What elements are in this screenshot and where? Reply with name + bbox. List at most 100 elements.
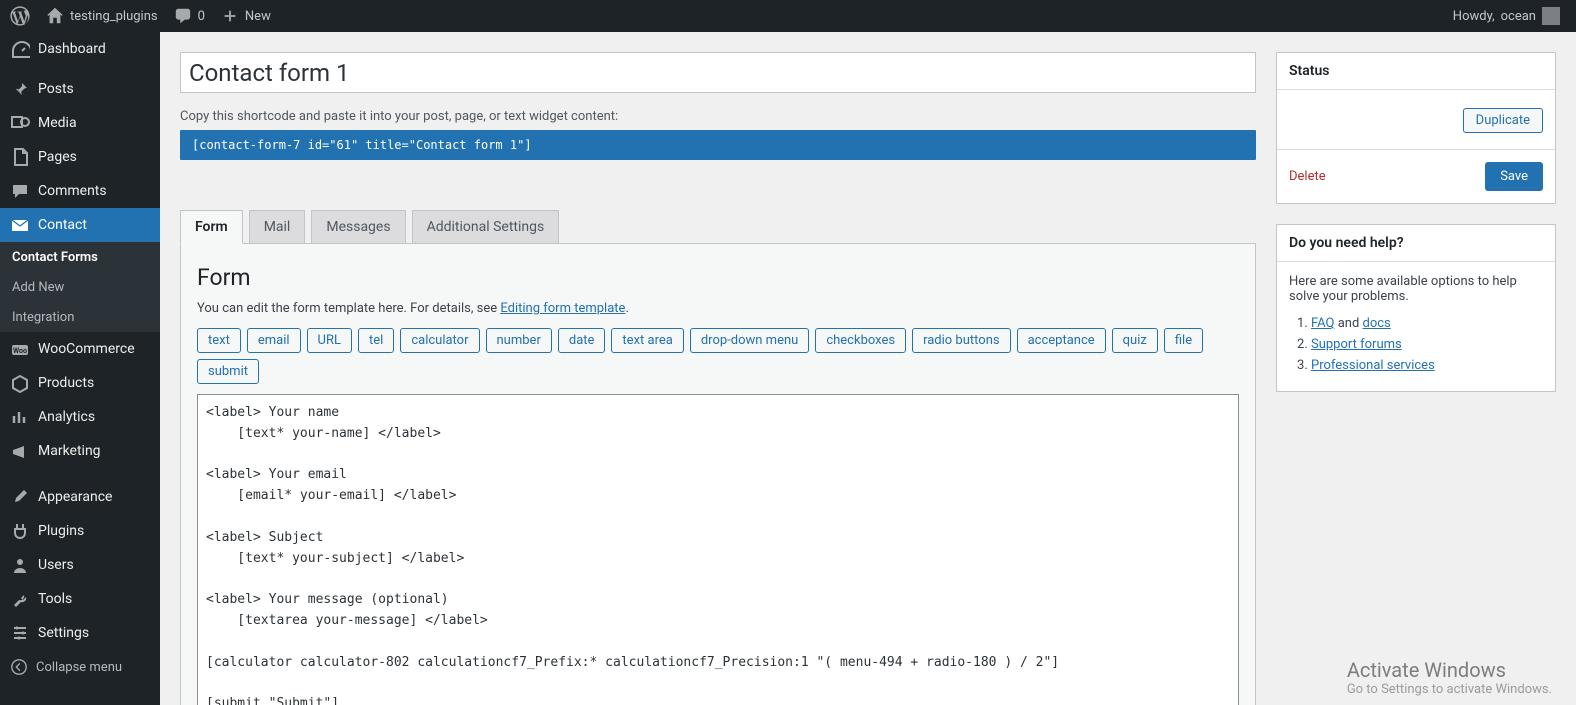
tag-button-url[interactable]: URL: [307, 328, 352, 353]
collapse-menu-button[interactable]: Collapse menu: [0, 650, 160, 684]
sidebar-item-posts[interactable]: Posts: [0, 72, 160, 106]
tag-button-submit[interactable]: submit: [197, 359, 259, 384]
tab-messages[interactable]: Messages: [311, 210, 405, 243]
tag-button-acceptance[interactable]: acceptance: [1017, 328, 1106, 353]
sidebar-item-label: Appearance: [38, 489, 112, 505]
sidebar-item-analytics[interactable]: Analytics: [0, 400, 160, 434]
my-account-link[interactable]: Howdy, ocean: [1445, 0, 1568, 32]
sidebar-item-label: Plugins: [38, 523, 84, 539]
sidebar-item-settings[interactable]: Settings: [0, 616, 160, 650]
shortcode-hint-text: Copy this shortcode and paste it into yo…: [180, 109, 1256, 124]
save-button[interactable]: Save: [1485, 162, 1543, 191]
form-tab-panel: Form You can edit the form template here…: [180, 243, 1256, 705]
sidebar-item-woocommerce[interactable]: Woo WooCommerce: [0, 332, 160, 366]
help-and-text: and: [1334, 316, 1362, 331]
tag-button-quiz[interactable]: quiz: [1112, 328, 1158, 353]
tab-additional-settings[interactable]: Additional Settings: [412, 210, 560, 243]
collapse-icon: [10, 658, 28, 676]
plugin-icon: [10, 521, 30, 541]
tag-button-tel[interactable]: tel: [358, 328, 394, 353]
sidebar-item-media[interactable]: Media: [0, 106, 160, 140]
comments-count: 0: [198, 9, 205, 24]
new-content-link[interactable]: New: [213, 0, 279, 32]
avatar: [1542, 7, 1560, 25]
tag-button-email[interactable]: email: [247, 328, 301, 353]
plus-icon: [221, 7, 239, 25]
sidebar-item-label: Marketing: [38, 443, 101, 459]
wordpress-icon: [10, 6, 30, 26]
panel-heading: Form: [197, 264, 1239, 291]
tag-button-date[interactable]: date: [558, 328, 606, 353]
submenu-item-integration[interactable]: Integration: [0, 302, 160, 332]
users-icon: [10, 555, 30, 575]
form-template-textarea[interactable]: [197, 394, 1239, 705]
title-wrap: [180, 52, 1256, 93]
product-icon: [10, 373, 30, 393]
sidebar-item-products[interactable]: Products: [0, 366, 160, 400]
wp-logo[interactable]: [2, 0, 38, 32]
admin-bar: testing_plugins 0 New Howdy, ocean: [0, 0, 1576, 32]
form-title-input[interactable]: [180, 52, 1256, 93]
panel-desc-suffix: .: [625, 301, 628, 316]
content-area: Copy this shortcode and paste it into yo…: [160, 32, 1576, 705]
sidebar-item-plugins[interactable]: Plugins: [0, 514, 160, 548]
tag-button-file[interactable]: file: [1164, 328, 1203, 353]
professional-services-link[interactable]: Professional services: [1311, 358, 1435, 373]
shortcode-display[interactable]: [contact-form-7 id="61" title="Contact f…: [180, 130, 1256, 160]
support-forums-link[interactable]: Support forums: [1311, 337, 1402, 352]
woo-icon: Woo: [10, 339, 30, 359]
tab-form[interactable]: Form: [180, 210, 243, 244]
editing-form-template-link[interactable]: Editing form template: [500, 301, 625, 316]
docs-link[interactable]: docs: [1363, 316, 1391, 331]
comments-link[interactable]: 0: [166, 0, 213, 32]
help-heading: Do you need help?: [1277, 225, 1555, 262]
editor-tabs: FormMailMessagesAdditional Settings: [180, 210, 1256, 243]
pin-icon: [10, 79, 30, 99]
sidebar-item-comments[interactable]: Comments: [0, 174, 160, 208]
comment-icon: [10, 181, 30, 201]
media-icon: [10, 113, 30, 133]
sidebar-item-contact[interactable]: Contact: [0, 208, 160, 242]
help-options-list: FAQ and docs Support forums Professional…: [1289, 316, 1543, 373]
sidebar-item-users[interactable]: Users: [0, 548, 160, 582]
megaphone-icon: [10, 441, 30, 461]
help-option-faq-docs: FAQ and docs: [1311, 316, 1543, 331]
tag-button-text-area[interactable]: text area: [611, 328, 683, 353]
sidebar-item-appearance[interactable]: Appearance: [0, 480, 160, 514]
sidebar-item-label: Products: [38, 375, 94, 391]
tag-button-number[interactable]: number: [486, 328, 552, 353]
mail-icon: [10, 215, 30, 235]
status-postbox: Status Duplicate Delete Save: [1276, 52, 1556, 204]
tag-button-radio-buttons[interactable]: radio buttons: [912, 328, 1011, 353]
howdy-prefix: Howdy,: [1453, 9, 1495, 24]
sidebar-item-label: Settings: [38, 625, 89, 641]
sidebar-item-dashboard[interactable]: Dashboard: [0, 32, 160, 66]
status-heading: Status: [1277, 53, 1555, 90]
tab-mail[interactable]: Mail: [249, 210, 306, 243]
tag-button-checkboxes[interactable]: checkboxes: [815, 328, 906, 353]
delete-link[interactable]: Delete: [1289, 169, 1326, 184]
duplicate-button[interactable]: Duplicate: [1463, 108, 1543, 133]
sidebar-item-label: Analytics: [38, 409, 95, 425]
page-icon: [10, 147, 30, 167]
contact-submenu: Contact FormsAdd NewIntegration: [0, 242, 160, 332]
settings-icon: [10, 623, 30, 643]
home-icon: [46, 7, 64, 25]
admin-sidebar: DashboardPostsMediaPagesCommentsContactC…: [0, 32, 160, 705]
sidebar-item-marketing[interactable]: Marketing: [0, 434, 160, 468]
tag-button-text[interactable]: text: [197, 328, 241, 353]
dashboard-icon: [10, 39, 30, 59]
sidebar-item-label: WooCommerce: [38, 341, 135, 357]
site-name-link[interactable]: testing_plugins: [38, 0, 166, 32]
submenu-item-add-new[interactable]: Add New: [0, 272, 160, 302]
sidebar-item-label: Tools: [38, 591, 72, 607]
sidebar-item-label: Media: [38, 115, 77, 131]
tag-button-calculator[interactable]: calculator: [400, 328, 479, 353]
sidebar-item-label: Users: [38, 557, 74, 573]
submenu-item-contact-forms[interactable]: Contact Forms: [0, 242, 160, 272]
sidebar-item-pages[interactable]: Pages: [0, 140, 160, 174]
help-postbox: Do you need help? Here are some availabl…: [1276, 224, 1556, 392]
tag-button-drop-down-menu[interactable]: drop-down menu: [690, 328, 809, 353]
sidebar-item-tools[interactable]: Tools: [0, 582, 160, 616]
faq-link[interactable]: FAQ: [1311, 316, 1334, 331]
